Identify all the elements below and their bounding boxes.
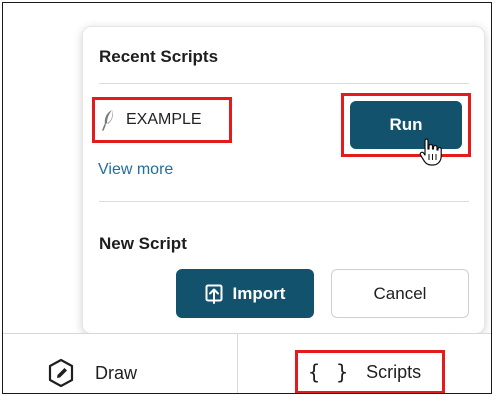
pencil-hexagon-icon — [48, 358, 74, 388]
divider — [99, 83, 469, 84]
scripts-popup: Recent Scripts EXAMPLE Run View more New… — [83, 27, 484, 345]
draw-tool[interactable]: Draw — [47, 358, 137, 388]
hand-cursor-icon — [419, 138, 442, 166]
scripts-label: Scripts — [366, 361, 422, 382]
recent-script-item[interactable]: EXAMPLE — [92, 97, 232, 143]
run-button-highlight: Run — [341, 93, 471, 157]
import-icon — [205, 284, 223, 304]
recent-script-label: EXAMPLE — [126, 111, 202, 128]
feather-icon — [102, 110, 113, 131]
cancel-button[interactable]: Cancel — [331, 269, 469, 318]
scripts-tool[interactable]: { } Scripts — [295, 350, 445, 393]
toolbar-divider — [237, 334, 238, 393]
curly-braces-icon: { } — [308, 360, 351, 384]
new-script-title: New Script — [99, 234, 187, 253]
import-button[interactable]: Import — [176, 269, 314, 318]
divider — [99, 201, 469, 202]
bottom-toolbar: Draw { } Scripts — [3, 333, 491, 393]
draw-label: Draw — [95, 362, 138, 383]
app-frame: Recent Scripts EXAMPLE Run View more New… — [2, 2, 492, 394]
import-label: Import — [232, 283, 286, 303]
view-more-link[interactable]: View more — [98, 161, 173, 179]
recent-scripts-title: Recent Scripts — [99, 47, 219, 66]
run-button[interactable]: Run — [350, 101, 462, 149]
